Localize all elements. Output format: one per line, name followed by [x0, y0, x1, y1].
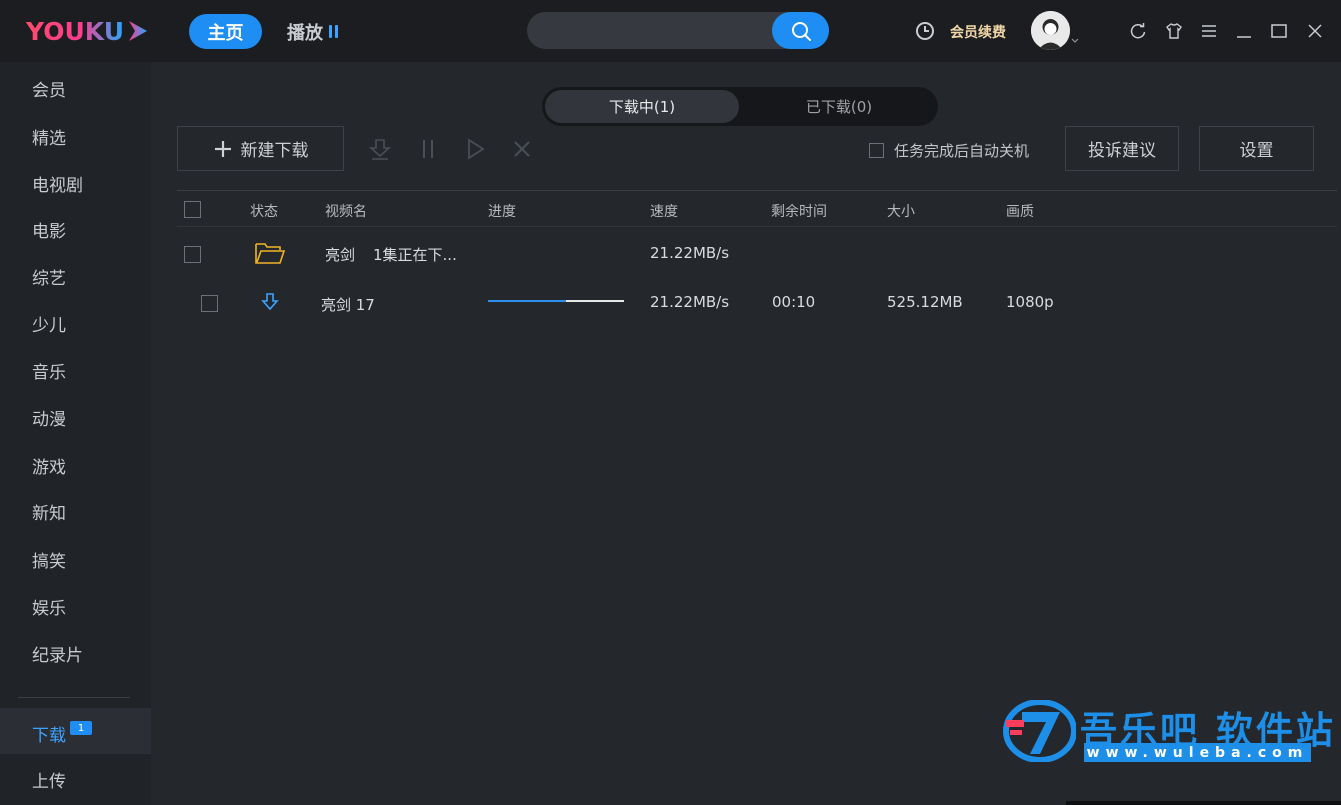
maximize-icon[interactable] — [1270, 22, 1288, 40]
item-row-quality: 1080p — [1006, 293, 1054, 311]
tab-downloading[interactable]: 下载中(1) — [545, 90, 739, 123]
sidebar-item-kids[interactable]: 少儿 — [32, 311, 66, 336]
sidebar-item-tv[interactable]: 电视剧 — [32, 171, 83, 196]
auto-shutdown-option[interactable]: 任务完成后自动关机 — [869, 140, 1029, 161]
column-header-status: 状态 — [250, 204, 278, 220]
auto-shutdown-label: 任务完成后自动关机 — [894, 142, 1030, 160]
new-download-label: 新建下载 — [240, 141, 309, 161]
settings-button[interactable]: 设置 — [1199, 126, 1314, 171]
search-button[interactable] — [772, 12, 829, 49]
downloading-arrow-icon — [261, 293, 279, 311]
tab-downloaded[interactable]: 已下载(0) — [742, 90, 936, 123]
item-row-speed: 21.22MB/s — [650, 293, 730, 311]
sidebar-download-label: 下载 — [32, 726, 66, 746]
download-panel — [151, 62, 1341, 805]
minimize-icon[interactable] — [1235, 22, 1253, 40]
refresh-icon[interactable] — [1129, 22, 1147, 40]
new-download-button[interactable]: 新建下载 — [177, 126, 344, 171]
item-progress-fill — [488, 300, 566, 302]
sidebar-item-vip[interactable]: 会员 — [32, 76, 66, 101]
status-strip — [1066, 801, 1341, 805]
select-all-checkbox[interactable] — [184, 201, 201, 218]
group-row-checkbox[interactable] — [184, 246, 201, 263]
vip-renew-link[interactable]: 会员续费 — [950, 22, 1006, 42]
feedback-button[interactable]: 投诉建议 — [1065, 126, 1179, 171]
tab-play[interactable]: 播放 — [287, 14, 338, 49]
sidebar-item-upload[interactable]: 上传 — [32, 767, 66, 792]
table-header-divider — [177, 226, 1337, 227]
search-icon — [791, 21, 811, 41]
download-tabs: 下载中(1) 已下载(0) — [542, 87, 938, 126]
pause-icon[interactable] — [416, 137, 440, 161]
playing-bars-icon — [329, 25, 338, 38]
sidebar-item-funny[interactable]: 搞笑 — [32, 547, 66, 572]
search-input[interactable] — [541, 12, 775, 51]
delete-icon[interactable] — [510, 137, 534, 161]
table-border — [177, 190, 1337, 191]
folder-open-icon[interactable] — [254, 240, 286, 266]
sidebar-item-music[interactable]: 音乐 — [32, 358, 66, 383]
sidebar-item-variety[interactable]: 综艺 — [32, 264, 66, 289]
sidebar-item-featured[interactable]: 精选 — [32, 124, 66, 149]
item-row-name: 亮剑 17 — [321, 296, 375, 314]
column-header-name: 视频名 — [325, 204, 367, 220]
tab-play-label: 播放 — [287, 22, 323, 44]
item-progress-bar — [488, 300, 624, 302]
user-avatar-icon — [1031, 11, 1070, 50]
column-header-speed: 速度 — [650, 204, 678, 220]
sidebar-item-anime[interactable]: 动漫 — [32, 405, 66, 430]
youku-logo[interactable]: YOUKU — [26, 14, 150, 48]
watermark-logo-icon — [1003, 700, 1076, 762]
column-header-size: 大小 — [887, 204, 915, 220]
auto-shutdown-checkbox[interactable] — [869, 143, 884, 158]
sidebar-item-knowledge[interactable]: 新知 — [32, 499, 66, 524]
logo-play-icon — [129, 21, 147, 41]
item-row-remaining: 00:10 — [772, 293, 816, 311]
sidebar-divider — [18, 697, 130, 698]
tab-home[interactable]: 主页 — [189, 14, 262, 49]
logo-text: YOUKU — [26, 16, 124, 46]
download-count-badge: 1 — [70, 721, 92, 735]
sidebar-item-documentary[interactable]: 纪录片 — [32, 641, 83, 666]
play-icon[interactable] — [463, 137, 487, 161]
item-row-checkbox[interactable] — [201, 295, 218, 312]
column-header-remaining: 剩余时间 — [771, 204, 827, 220]
plus-icon — [214, 140, 231, 157]
search-box — [527, 12, 829, 51]
close-icon[interactable] — [1306, 22, 1324, 40]
avatar[interactable] — [1031, 11, 1070, 50]
watermark-url: www.wuleba.com — [1084, 743, 1311, 762]
column-header-quality: 画质 — [1006, 204, 1034, 220]
sidebar-item-movies[interactable]: 电影 — [32, 217, 66, 242]
sidebar-item-entertainment[interactable]: 娱乐 — [32, 594, 66, 619]
sidebar-item-games[interactable]: 游戏 — [32, 453, 66, 478]
start-all-icon[interactable] — [368, 137, 392, 161]
chevron-down-icon[interactable] — [1071, 37, 1079, 45]
history-icon[interactable] — [915, 21, 935, 41]
skin-icon[interactable] — [1165, 22, 1183, 40]
sidebar-item-download[interactable]: 下载 1 — [0, 708, 151, 754]
menu-icon[interactable] — [1200, 22, 1218, 40]
group-row-speed: 21.22MB/s — [650, 244, 730, 262]
group-row-status-text: 1集正在下... — [373, 246, 457, 264]
column-header-progress: 进度 — [488, 204, 516, 220]
group-row-name: 亮剑 — [325, 246, 356, 264]
item-row-size: 525.12MB — [887, 293, 963, 311]
